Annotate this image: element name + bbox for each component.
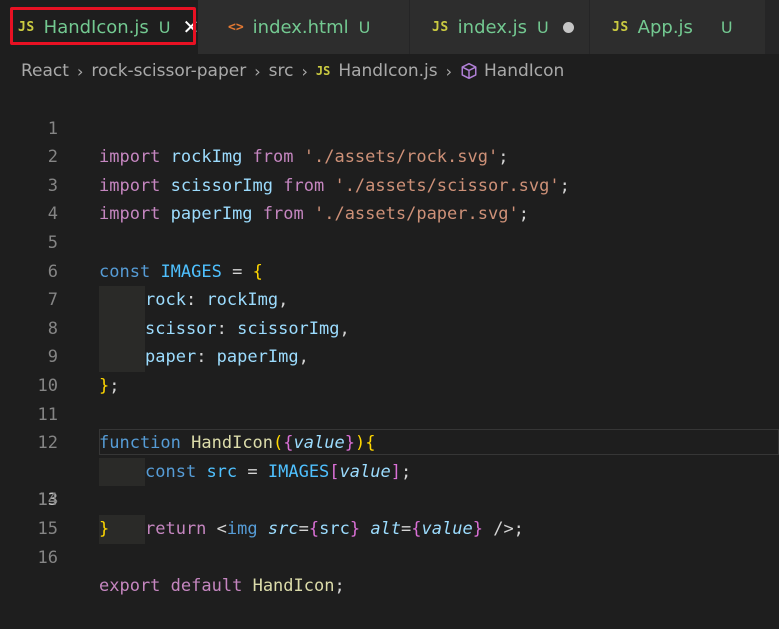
code-line[interactable]: 16 export default HandIcon; [0, 515, 779, 597]
code-line[interactable]: 6 rock: rockImg, [0, 229, 779, 315]
chevron-right-icon: › [254, 61, 261, 81]
breadcrumb-item-file[interactable]: HandIcon.js [338, 61, 437, 81]
code-line[interactable]: 3 import paperImg from './assets/paper.s… [0, 143, 779, 225]
code-editor[interactable]: 1 import rockImg from './assets/rock.svg… [0, 86, 779, 596]
token: default [170, 576, 243, 597]
code-line[interactable]: 11 function HandIcon({value}){ [0, 372, 779, 454]
tab-index-html[interactable]: <> index.html U [198, 0, 410, 54]
tab-label: index.html [252, 16, 349, 38]
code-line[interactable]: 12 const src = IMAGES[value]; [0, 401, 779, 487]
breadcrumb-item-react[interactable]: React [21, 61, 69, 81]
token: ; [334, 576, 345, 597]
tab-label: index.js [457, 16, 528, 38]
code-line[interactable]: 10 [0, 343, 779, 396]
breadcrumb: React › rock-scissor-paper › src › JS Ha… [21, 60, 564, 82]
javascript-file-icon: JS [612, 19, 629, 35]
untracked-badge: U [537, 17, 549, 37]
untracked-badge: U [720, 17, 733, 37]
chevron-right-icon: › [76, 61, 84, 81]
javascript-file-icon: JS [432, 19, 449, 35]
untracked-badge: U [358, 17, 371, 37]
chevron-right-icon: › [445, 61, 453, 81]
code-line[interactable]: 9 }; [0, 315, 779, 396]
code-line[interactable]: 4 [0, 172, 779, 224]
cube-symbol-icon [461, 62, 477, 80]
breadcrumb-item-project[interactable]: rock-scissor-paper [91, 61, 246, 81]
token: HandIcon [252, 576, 335, 597]
tab-app-js[interactable]: JS App.js U [590, 0, 765, 54]
tab-index-js[interactable]: JS index.js U [410, 0, 590, 54]
editor-tab-bar: JS HandIcon.js U ✕ <> index.html U JS in… [0, 0, 779, 54]
token: export [99, 576, 161, 597]
code-line[interactable]: 2 import scissorImg from './assets/sciss… [0, 115, 779, 196]
code-line[interactable]: 7 scissor: scissorImg, [0, 258, 779, 344]
breadcrumb-item-src[interactable]: src [269, 61, 294, 81]
breadcrumb-item-symbol[interactable]: HandIcon [484, 61, 564, 81]
chevron-right-icon: › [301, 61, 308, 81]
html-file-icon: <> [228, 19, 244, 35]
unsaved-dot-icon[interactable] [562, 21, 574, 33]
line-number: 16 [37, 547, 58, 568]
code-line[interactable]: 15 [0, 486, 779, 539]
javascript-file-icon: JS [315, 64, 331, 78]
tab-label: App.js [637, 16, 693, 38]
code-line[interactable]: 5 const IMAGES = { [0, 200, 779, 282]
code-line[interactable]: 8 paper: paperImg, [0, 286, 779, 372]
code-line-active[interactable]: 13 return <img src={src} alt={value} />; [0, 429, 779, 544]
active-tab-highlight [10, 7, 196, 45]
code-line[interactable]: 14 } [0, 458, 779, 539]
code-line[interactable]: 1 import rockImg from './assets/rock.svg… [0, 86, 779, 168]
current-line-highlight [99, 429, 779, 456]
